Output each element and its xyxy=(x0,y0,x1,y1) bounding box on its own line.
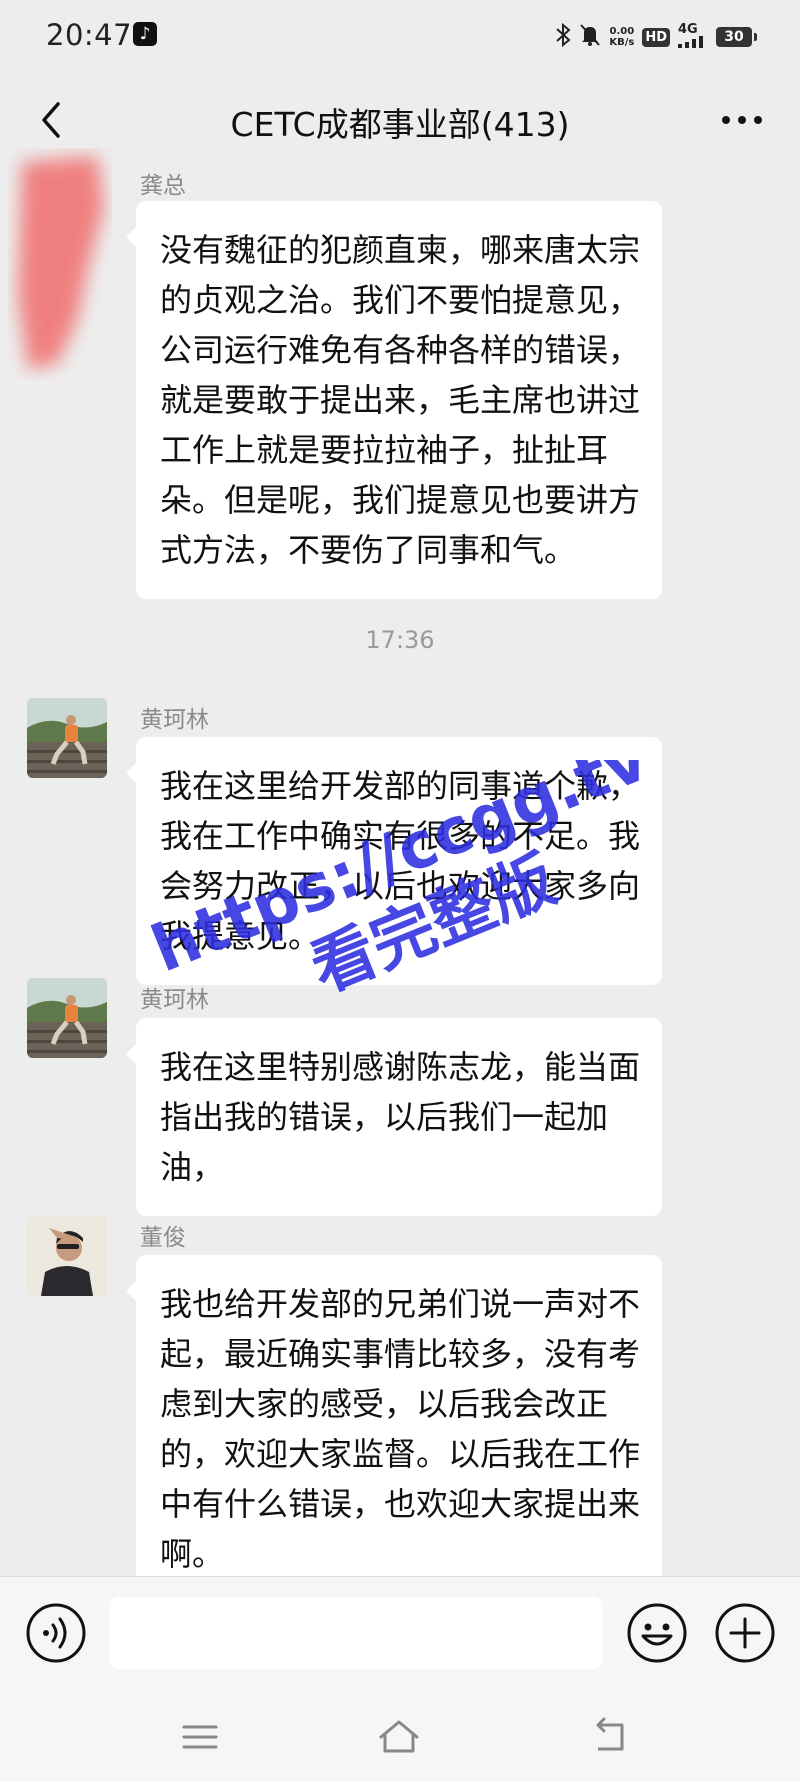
message-bubble[interactable]: 我在这里给开发部的同事道个歉，我在工作中确实有很多的不足。我会努力改正，以后也欢… xyxy=(126,737,662,985)
bluetooth-icon xyxy=(555,22,571,52)
sender-name: 黄珂林 xyxy=(140,987,209,1013)
system-nav-bar xyxy=(0,1693,800,1781)
status-icons: 0.00 KB/s HD 4G 30 xyxy=(555,20,757,54)
net-speed-value: 0.00 xyxy=(609,26,635,37)
person-on-steps-avatar[interactable] xyxy=(27,698,107,778)
tiktok-icon: ♪ xyxy=(133,22,157,46)
message-input[interactable] xyxy=(110,1597,602,1669)
menu-icon[interactable] xyxy=(178,1717,222,1757)
chat-title: CETC成都事业部(413) xyxy=(230,105,570,144)
message-bubble[interactable]: 没有魏征的犯颜直柬，哪来唐太宗的贞观之治。我们不要怕提意见，公司运行难免有各种各… xyxy=(126,201,662,599)
emoji-icon[interactable] xyxy=(626,1602,688,1664)
cellular-signal: 4G xyxy=(678,21,708,51)
status-time: 20:47 xyxy=(46,18,133,52)
person-on-steps-avatar[interactable] xyxy=(27,978,107,1058)
sender-name: 龚总 xyxy=(140,173,186,199)
sender-name: 董俊 xyxy=(140,1225,186,1251)
man-saluting-avatar[interactable] xyxy=(27,1216,107,1296)
home-icon[interactable] xyxy=(377,1717,421,1757)
signal-bars-icon xyxy=(678,35,703,48)
battery-icon: 30 xyxy=(716,27,757,47)
plus-icon[interactable] xyxy=(714,1602,776,1664)
back-arrow-icon[interactable] xyxy=(588,1717,632,1757)
more-dots-icon[interactable] xyxy=(718,108,766,132)
net-speed-unit: KB/s xyxy=(609,37,635,48)
voice-input-icon[interactable] xyxy=(25,1602,87,1664)
input-bar xyxy=(0,1576,800,1693)
sender-name: 黄珂林 xyxy=(140,707,209,733)
net-speed: 0.00 KB/s xyxy=(609,26,634,48)
message-bubble[interactable]: 我在这里特别感谢陈志龙，能当面指出我的错误，以后我们一起加油， xyxy=(126,1018,662,1216)
hd-badge: HD xyxy=(642,27,670,47)
chat-header: CETC成都事业部(413) xyxy=(0,80,800,160)
redacted-avatar[interactable] xyxy=(8,148,112,380)
mute-bell-icon xyxy=(579,23,601,52)
message-bubble[interactable]: 我也给开发部的兄弟们说一声对不起，最近确实事情比较多，没有考虑到大家的感受，以后… xyxy=(126,1255,662,1603)
message-timestamp: 17:36 xyxy=(365,626,435,654)
status-bar: 20:47 ♪ 0.00 KB/s HD 4G 30 xyxy=(0,0,800,74)
signal-label: 4G xyxy=(678,21,698,37)
